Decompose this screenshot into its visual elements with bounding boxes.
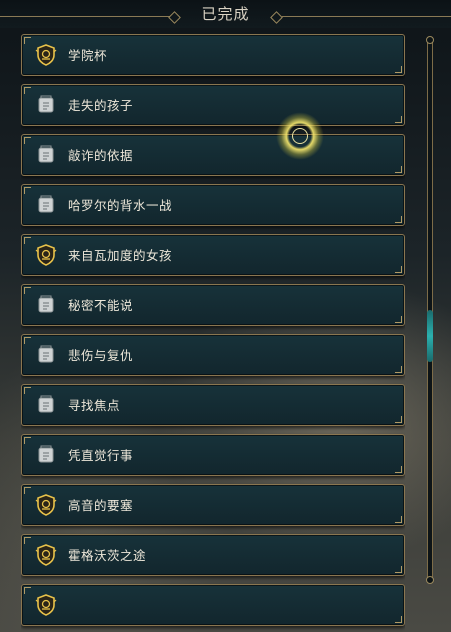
crest-icon (35, 244, 57, 266)
scroll-icon (35, 144, 57, 166)
quest-row[interactable]: 哈罗尔的背水一战 (21, 184, 405, 226)
quest-label: 悲伤与复仇 (68, 348, 134, 363)
quest-row[interactable]: 走失的孩子 (21, 84, 405, 126)
quest-label: 高音的要塞 (68, 498, 134, 513)
crest-icon (35, 594, 57, 616)
quest-row[interactable]: 高音的要塞 (21, 484, 405, 526)
scroll-icon (35, 344, 57, 366)
completed-quest-list: 学院杯走失的孩子敲诈的依据哈罗尔的背水一战 来自瓦加度的女孩 秘密不能说悲伤与复仇寻… (21, 34, 405, 632)
quest-label: 凭直觉行事 (68, 448, 134, 463)
quest-row[interactable]: 敲诈的依据 (21, 134, 405, 176)
quest-label: 寻找焦点 (68, 398, 121, 413)
section-header: 已完成 (0, 0, 451, 28)
quest-label: 来自瓦加度的女孩 (68, 248, 173, 263)
quest-label: 秘密不能说 (68, 298, 134, 313)
quest-label: 学院杯 (68, 48, 108, 63)
crest-icon (35, 44, 57, 66)
quest-row[interactable] (21, 584, 405, 626)
quest-row[interactable]: 学院杯 (21, 34, 405, 76)
scroll-icon (35, 444, 57, 466)
scrollbar-top-cap (426, 36, 434, 44)
crest-icon (35, 544, 57, 566)
scrollbar-thumb[interactable] (427, 310, 433, 362)
crest-icon (35, 494, 57, 516)
quest-label: 走失的孩子 (68, 98, 134, 113)
quest-label: 敲诈的依据 (68, 148, 134, 163)
quest-row[interactable]: 寻找焦点 (21, 384, 405, 426)
header-right-rule (282, 16, 451, 17)
quest-row[interactable]: 来自瓦加度的女孩 (21, 234, 405, 276)
quest-row[interactable]: 秘密不能说 (21, 284, 405, 326)
quest-row[interactable]: 悲伤与复仇 (21, 334, 405, 376)
scroll-icon (35, 194, 57, 216)
scroll-icon (35, 294, 57, 316)
quest-row[interactable]: 凭直觉行事 (21, 434, 405, 476)
scroll-icon (35, 394, 57, 416)
section-title: 已完成 (201, 5, 250, 23)
quest-row[interactable]: 霍格沃茨之途 (21, 534, 405, 576)
quest-label: 霍格沃茨之途 (68, 548, 147, 563)
quest-label: 哈罗尔的背水一战 (68, 198, 173, 213)
scroll-icon (35, 94, 57, 116)
scrollbar-bottom-cap (426, 576, 434, 584)
cursor-center (292, 128, 308, 144)
